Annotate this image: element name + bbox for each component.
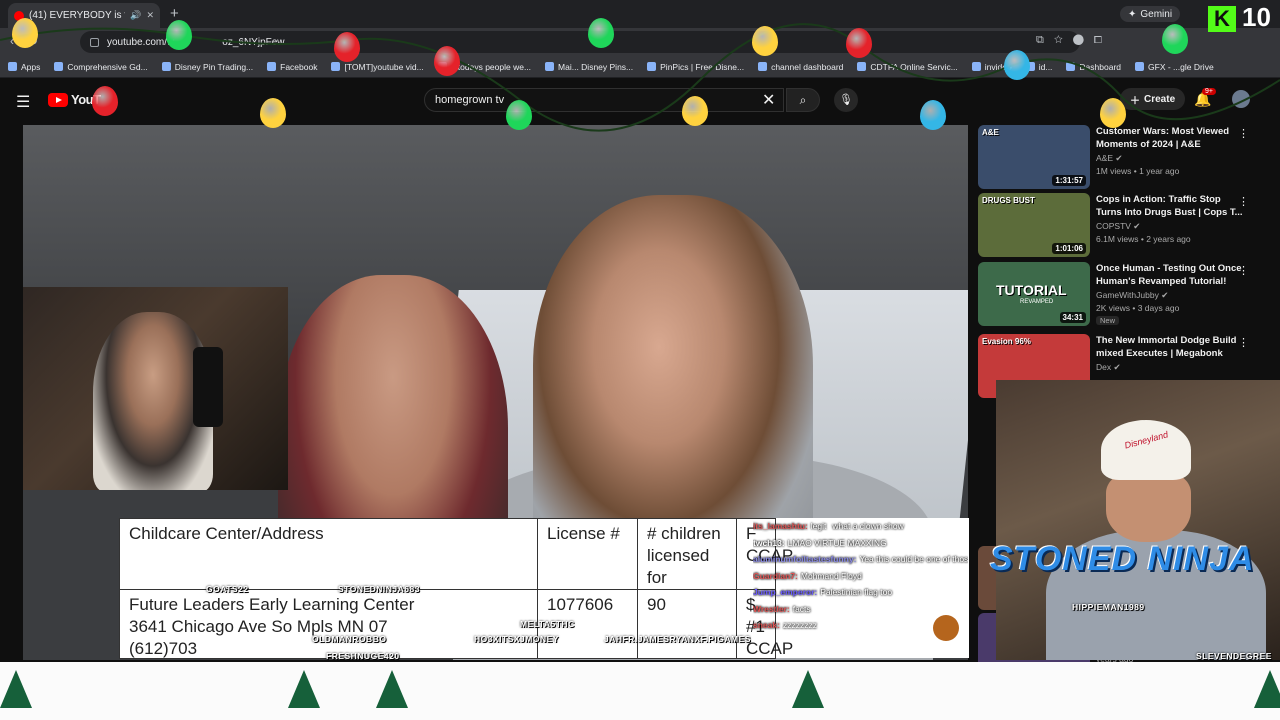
channel-name[interactable]: Dex ✔: [1096, 362, 1121, 373]
chat-username: aluminumfoiltastesfunny:: [753, 554, 857, 564]
viewer-tag: STONEDNINJA683: [338, 584, 420, 594]
duration-badge: 1:01:06: [1052, 243, 1086, 254]
snow-ground: [0, 662, 1280, 720]
video-thumbnail[interactable]: TUTORIAL REVAMPED 34:31: [978, 262, 1090, 326]
chat-username: Wrestler:: [753, 603, 790, 614]
chat-message: Guardian7: Mohmand Floyd: [753, 568, 968, 585]
more-options-icon[interactable]: ⋮: [1238, 195, 1249, 208]
chat-message: Wrestler: facts: [753, 601, 968, 618]
thumbnail-text: DRUGS BUST: [982, 196, 1035, 205]
row-address-cell: Future Leaders Early Learning Center 364…: [119, 589, 538, 659]
christmas-tree-icon: [0, 670, 32, 708]
light-bulb-icon: [752, 26, 778, 56]
chat-username: Guardian7:: [753, 570, 798, 581]
chat-username: twch13:: [753, 537, 785, 548]
christmas-tree-icon: [376, 670, 408, 708]
light-bulb-icon: [260, 98, 286, 128]
video-meta: 2K views • 3 days ago: [1096, 303, 1180, 313]
christmas-lights-wire: [0, 23, 1280, 132]
chat-text-2: what a clown show: [832, 521, 904, 531]
center-name: Future Leaders Early Learning Center: [129, 595, 415, 614]
chat-text: Mohmand Floyd: [800, 570, 862, 581]
chat-username: Jump_emperor:: [753, 587, 818, 597]
light-bulb-icon: [682, 96, 708, 126]
viewer-tag: GOATS22: [206, 584, 249, 594]
streamer-webcam-right: Disneyland: [996, 380, 1280, 660]
more-options-icon[interactable]: ⋮: [1238, 336, 1249, 349]
light-bulb-icon: [588, 18, 614, 48]
duration-badge: 1:31:57: [1052, 175, 1086, 186]
microphone-icon: [193, 347, 223, 427]
chat-username: its_lamashtu:: [753, 521, 808, 531]
viewer-tag: FRESHNUGE420: [326, 651, 400, 661]
chat-message: aluminumfoiltastesfunny: Yea this could b…: [753, 551, 968, 568]
duration-badge: 34:31: [1059, 312, 1086, 323]
light-bulb-icon: [1100, 98, 1126, 128]
viewer-tag: SLEVENDEGREE: [1196, 651, 1272, 661]
chat-message: twch13: LMAO VIRTUE MAXXING: [753, 535, 968, 552]
light-bulb-icon: [1162, 24, 1188, 54]
related-video-item[interactable]: TUTORIAL REVAMPED 34:31 Once Human - Testin…: [978, 262, 1280, 326]
chat-avatar: [933, 615, 959, 641]
thumbnail-subtext: REVAMPED: [1020, 299, 1054, 305]
chat-text: Palestinian flag too: [820, 587, 893, 597]
chat-text: LMAO VIRTUE MAXXING: [787, 537, 887, 548]
light-bulb-icon: [506, 100, 532, 130]
header-license: License #: [537, 518, 638, 590]
light-bulb-icon: [846, 28, 872, 58]
chat-message: Jump_emperor: Palestinian flag too: [753, 584, 968, 601]
viewer-tag: HIPPIEMAN1989: [1072, 602, 1145, 612]
viewer-tag: JAHFR.JAMESRYANXF.PIGAMES: [604, 634, 751, 644]
video-title[interactable]: Once Human - Testing Out Once Human's Re…: [1096, 262, 1244, 288]
thumbnail-text: TUTORIAL: [996, 282, 1067, 298]
row-children: 90: [637, 589, 737, 659]
streamer-face: [1106, 472, 1191, 542]
light-bulb-icon: [92, 86, 118, 116]
related-video-item[interactable]: DRUGS BUST 1:01:06 Cops in Action: Traffic…: [978, 193, 1280, 257]
viewer-tag: MELTA5THC: [520, 619, 575, 629]
header-address: Childcare Center/Address: [119, 518, 538, 590]
viewer-tag: HO3XITSXJMONEY: [474, 634, 559, 644]
light-bulb-icon: [166, 20, 192, 50]
chat-text: Yea this could be one of those wtf is go…: [859, 554, 968, 564]
viewer-tag: OLDMANROBBO: [312, 634, 387, 644]
thumbnail-text: Evasion 96%: [982, 337, 1031, 346]
stoned-ninja-logo: STONED NINJA: [990, 540, 1255, 578]
header-children: # children licensed for: [637, 518, 737, 590]
video-title[interactable]: The New Immortal Dodge Build mixed Execu…: [1096, 334, 1244, 360]
new-badge: New: [1096, 316, 1120, 325]
video-meta: 6.1M views • 2 years ago: [1096, 234, 1191, 244]
chat-text: legit: [810, 521, 827, 531]
more-options-icon[interactable]: ⋮: [1238, 264, 1249, 277]
light-bulb-icon: [334, 32, 360, 62]
light-bulb-icon: [12, 18, 38, 48]
light-bulb-icon: [1004, 50, 1030, 80]
video-meta: 1M views • 1 year ago: [1096, 166, 1180, 176]
chat-text: zzzzzzzz: [782, 620, 817, 630]
channel-name[interactable]: COPSTV ✔: [1096, 221, 1140, 232]
christmas-tree-icon: [1254, 670, 1280, 708]
christmas-tree-icon: [288, 670, 320, 708]
chat-text: facts: [792, 603, 811, 614]
channel-name[interactable]: GameWithJubby ✔: [1096, 290, 1168, 301]
light-bulb-icon: [434, 46, 460, 76]
chat-message: its_lamashtu: legit what a clown show: [753, 518, 968, 535]
light-bulb-icon: [920, 100, 946, 130]
disneyland-cap: [1101, 420, 1191, 480]
video-thumbnail[interactable]: DRUGS BUST 1:01:06: [978, 193, 1090, 257]
chat-username: sneak:: [753, 620, 780, 630]
streamer-webcam-left: [23, 287, 288, 490]
christmas-tree-icon: [792, 670, 824, 708]
video-title[interactable]: Cops in Action: Traffic Stop Turns Into …: [1096, 193, 1244, 219]
channel-name[interactable]: A&E ✔: [1096, 153, 1123, 164]
